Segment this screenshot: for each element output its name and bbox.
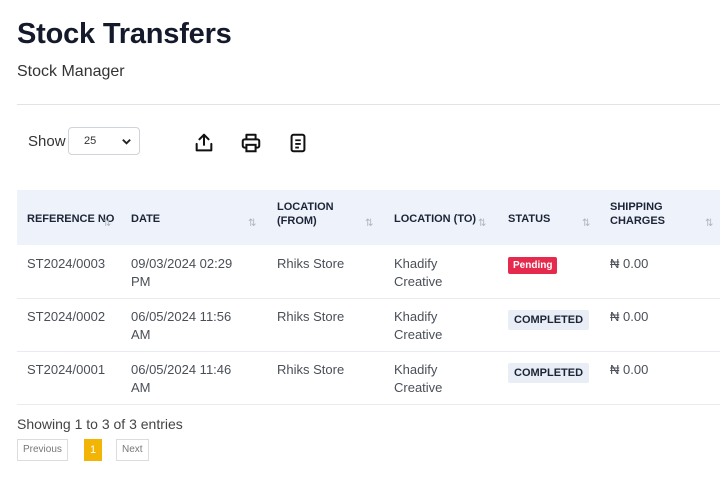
status-badge: Pending [508,257,558,274]
table-row[interactable]: ST2024/0001 06/05/2024 11:46 AM Rhiks St… [17,351,720,405]
location-from-cell: Rhiks Store [277,362,345,377]
reference-cell: ST2024/0002 [27,309,106,324]
sort-icon[interactable]: ⇅ [103,218,111,229]
location-to-cell: Khadify Creative [394,256,443,289]
page-length-value: 25 [84,135,97,147]
column-status[interactable]: STATUS [508,212,550,226]
shipping-cell: ₦ 0.00 [610,362,649,377]
reference-cell: ST2024/0003 [27,256,106,271]
sort-icon[interactable]: ⇅ [705,218,713,229]
page-subtitle: Stock Manager [17,63,125,80]
show-label: Show [28,133,66,150]
column-date[interactable]: DATE [131,212,160,226]
table-row[interactable]: ST2024/0002 06/05/2024 11:56 AM Rhiks St… [17,298,720,352]
column-location-to[interactable]: LOCATION (TO) [394,212,476,226]
date-cell: 06/05/2024 11:56 AM [131,309,232,342]
table-info: Showing 1 to 3 of 3 entries [17,416,183,432]
column-reference[interactable]: REFERENCE NO [27,212,114,226]
status-badge: COMPLETED [508,363,590,383]
status-badge: COMPLETED [508,310,590,330]
table-header: REFERENCE NO ⇅ DATE ⇅ LOCATION (FROM) ⇅ … [17,190,720,245]
location-to-cell: Khadify Creative [394,362,443,395]
chevron-down-icon [122,139,131,145]
print-icon[interactable] [240,132,262,154]
document-icon[interactable] [287,132,309,154]
date-cell: 06/05/2024 11:46 AM [131,362,232,395]
divider [17,104,720,105]
location-from-cell: Rhiks Store [277,309,345,324]
sort-icon[interactable]: ⇅ [365,218,373,229]
next-button[interactable]: Next [116,439,149,461]
location-from-cell: Rhiks Store [277,256,345,271]
shipping-cell: ₦ 0.00 [610,309,649,324]
sort-icon[interactable]: ⇅ [478,218,486,229]
column-shipping-charges[interactable]: SHIPPING CHARGES [610,200,665,228]
date-cell: 09/03/2024 02:29 PM [131,256,233,289]
page-1-button[interactable]: 1 [84,439,102,461]
location-to-cell: Khadify Creative [394,309,443,342]
previous-button[interactable]: Previous [17,439,68,461]
export-icon[interactable] [193,132,215,154]
shipping-cell: ₦ 0.00 [610,256,649,271]
table-row[interactable]: ST2024/0003 09/03/2024 02:29 PM Rhiks St… [17,245,720,299]
page-title: Stock Transfers [17,18,232,50]
column-location-from[interactable]: LOCATION (FROM) [277,200,334,228]
reference-cell: ST2024/0001 [27,362,106,377]
sort-icon[interactable]: ⇅ [582,218,590,229]
page-length-select[interactable]: 25 [68,127,140,155]
sort-icon[interactable]: ⇅ [248,218,256,229]
